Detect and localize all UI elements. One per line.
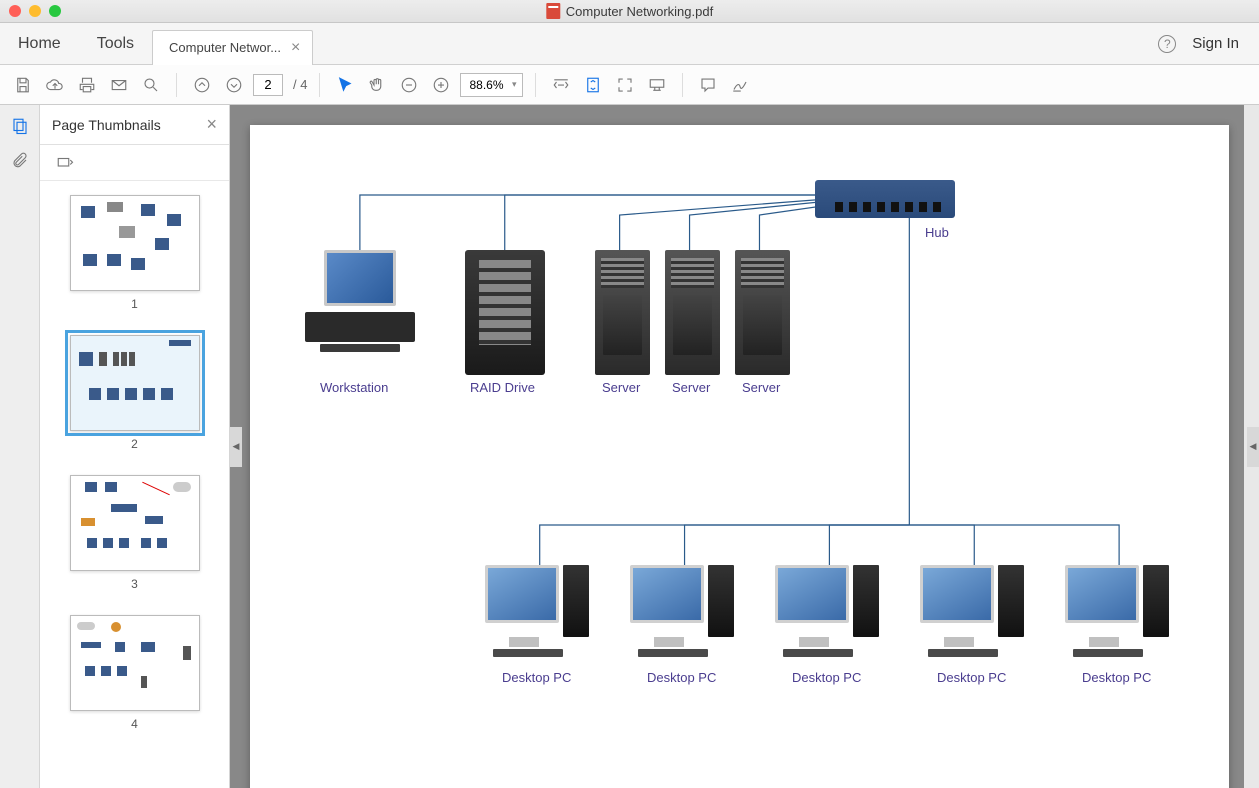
page-content: Hub Workstation RAID Drive Server Server… — [250, 125, 1229, 788]
document-tab-label: Computer Networ... — [169, 40, 281, 55]
expand-tools-handle[interactable]: ◀ — [1247, 427, 1259, 467]
print-icon[interactable] — [74, 72, 100, 98]
attachments-panel-icon[interactable] — [9, 149, 31, 171]
menubar: Home Tools Computer Networ... × ? Sign I… — [0, 23, 1259, 65]
desktop-label-4: Desktop PC — [937, 670, 1006, 685]
thumbnail-number: 2 — [131, 437, 138, 451]
maximize-window-button[interactable] — [49, 5, 61, 17]
thumbnail-page-1[interactable]: 1 — [40, 195, 229, 311]
server-label-1: Server — [602, 380, 640, 395]
pdf-file-icon — [546, 3, 560, 19]
collapse-sidebar-handle[interactable]: ◀ — [230, 427, 242, 467]
sign-icon[interactable] — [727, 72, 753, 98]
desktop-pc-1 — [485, 565, 605, 665]
search-icon[interactable] — [138, 72, 164, 98]
fit-page-icon[interactable] — [580, 72, 606, 98]
desktop-pc-2 — [630, 565, 750, 665]
read-mode-icon[interactable] — [644, 72, 670, 98]
email-icon[interactable] — [106, 72, 132, 98]
server-label-2: Server — [672, 380, 710, 395]
thumbnails-panel: Page Thumbnails × 1 — [40, 105, 230, 788]
zoom-out-icon[interactable] — [396, 72, 422, 98]
raid-device — [465, 250, 545, 375]
zoom-in-icon[interactable] — [428, 72, 454, 98]
desktop-label-2: Desktop PC — [647, 670, 716, 685]
minimize-window-button[interactable] — [29, 5, 41, 17]
thumbnail-number: 4 — [131, 717, 138, 731]
thumbnails-options-icon[interactable] — [52, 150, 78, 176]
server-device-1 — [595, 250, 650, 375]
cloud-upload-icon[interactable] — [42, 72, 68, 98]
next-page-icon[interactable] — [221, 72, 247, 98]
window-title: Computer Networking.pdf — [566, 4, 713, 19]
workstation-device — [295, 250, 425, 370]
fit-width-icon[interactable] — [548, 72, 574, 98]
save-icon[interactable] — [10, 72, 36, 98]
workstation-label: Workstation — [320, 380, 388, 395]
help-icon[interactable]: ? — [1158, 35, 1176, 53]
server-label-3: Server — [742, 380, 780, 395]
thumbnail-number: 3 — [131, 577, 138, 591]
toolbar: / 4 88.6% — [0, 65, 1259, 105]
desktop-label-5: Desktop PC — [1082, 670, 1151, 685]
fullscreen-icon[interactable] — [612, 72, 638, 98]
left-rail — [0, 105, 40, 788]
raid-label: RAID Drive — [470, 380, 535, 395]
hand-tool-icon[interactable] — [364, 72, 390, 98]
thumbnail-number: 1 — [131, 297, 138, 311]
comment-icon[interactable] — [695, 72, 721, 98]
server-device-3 — [735, 250, 790, 375]
desktop-label-3: Desktop PC — [792, 670, 861, 685]
desktop-pc-3 — [775, 565, 895, 665]
thumbnails-title: Page Thumbnails — [52, 117, 161, 133]
tab-close-icon[interactable]: × — [291, 39, 300, 57]
hub-label: Hub — [925, 225, 949, 240]
document-tab[interactable]: Computer Networ... × — [152, 30, 313, 65]
pointer-tool-icon[interactable] — [332, 72, 358, 98]
thumbnails-list[interactable]: 1 2 — [40, 181, 229, 788]
tools-tab[interactable]: Tools — [79, 35, 152, 53]
close-panel-icon[interactable]: × — [206, 114, 217, 135]
window-titlebar: Computer Networking.pdf — [0, 0, 1259, 23]
close-window-button[interactable] — [9, 5, 21, 17]
hub-device — [815, 180, 955, 218]
thumbnails-panel-icon[interactable] — [9, 115, 31, 137]
desktop-pc-5 — [1065, 565, 1185, 665]
page-total: / 4 — [293, 77, 307, 92]
server-device-2 — [665, 250, 720, 375]
thumbnail-page-4[interactable]: 4 — [40, 615, 229, 731]
network-diagram: Hub Workstation RAID Drive Server Server… — [250, 125, 1229, 788]
document-view[interactable]: ◀ ◀ Hub — [230, 105, 1259, 788]
zoom-select[interactable]: 88.6% — [460, 73, 522, 97]
prev-page-icon[interactable] — [189, 72, 215, 98]
page-number-input[interactable] — [253, 74, 283, 96]
desktop-pc-4 — [920, 565, 1040, 665]
home-tab[interactable]: Home — [0, 35, 79, 53]
sign-in-button[interactable]: Sign In — [1192, 35, 1239, 52]
thumbnail-page-3[interactable]: 3 — [40, 475, 229, 591]
thumbnail-page-2[interactable]: 2 — [40, 335, 229, 451]
desktop-label-1: Desktop PC — [502, 670, 571, 685]
